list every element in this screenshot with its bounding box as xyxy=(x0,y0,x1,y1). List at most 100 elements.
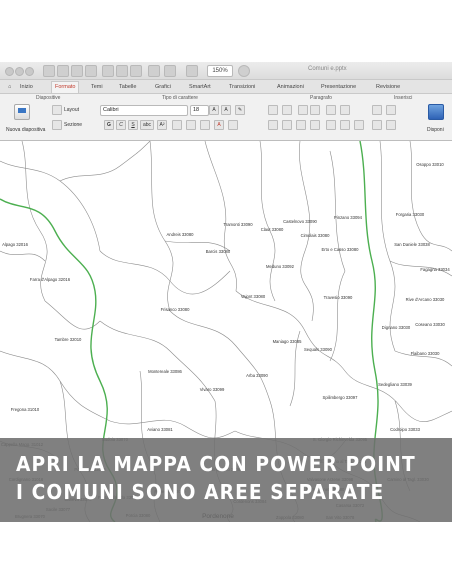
arrange-icon[interactable] xyxy=(428,104,444,120)
ribbon-tabs: ⌂ Inizio Formato Temi Tabelle Grafici Sm… xyxy=(0,80,452,94)
shape-icon[interactable] xyxy=(386,105,396,115)
picture-icon[interactable] xyxy=(372,120,382,130)
tab-grafici[interactable]: Grafici xyxy=(155,82,171,93)
svg-text:Andreis 33080: Andreis 33080 xyxy=(166,232,194,237)
gallery-icon[interactable] xyxy=(186,65,198,77)
svg-text:Travesio 33090: Travesio 33090 xyxy=(324,295,353,300)
bullets-icon[interactable] xyxy=(268,105,278,115)
svg-text:Claut 33080: Claut 33080 xyxy=(261,227,284,232)
numbering-icon[interactable] xyxy=(282,105,292,115)
tab-animazioni[interactable]: Animazioni xyxy=(277,82,304,93)
justify-icon[interactable] xyxy=(310,120,320,130)
tab-transizioni[interactable]: Transizioni xyxy=(229,82,255,93)
tab-revisione[interactable]: Revisione xyxy=(376,82,400,93)
tab-smartart[interactable]: SmartArt xyxy=(189,82,211,93)
svg-text:Vajont 33080: Vajont 33080 xyxy=(241,294,266,299)
svg-text:Farra d'Alpago 32016: Farra d'Alpago 32016 xyxy=(30,277,71,282)
copy-icon[interactable] xyxy=(116,65,128,77)
tab-inizio[interactable]: Inizio xyxy=(20,82,33,93)
columns-icon[interactable] xyxy=(326,120,336,130)
superscript-button[interactable]: A² xyxy=(157,120,167,130)
svg-text:Meduno 33092: Meduno 33092 xyxy=(266,264,295,269)
cut-icon[interactable] xyxy=(102,65,114,77)
svg-text:Alpago 32016: Alpago 32016 xyxy=(2,242,29,247)
new-slide-button[interactable]: Nuova diapositiva xyxy=(6,127,45,133)
print-icon[interactable] xyxy=(85,65,97,77)
decrease-font-icon[interactable]: A xyxy=(221,105,231,115)
vertical-align-icon[interactable] xyxy=(340,120,350,130)
svg-text:Flaibano 33030: Flaibano 33030 xyxy=(411,351,441,356)
section-button[interactable]: Sezione xyxy=(64,122,82,128)
group-label-diapositive: Diapositive xyxy=(36,95,61,101)
tab-tabelle[interactable]: Tabelle xyxy=(119,82,136,93)
new-file-icon[interactable] xyxy=(43,65,55,77)
svg-text:Sequals 33090: Sequals 33090 xyxy=(304,347,333,352)
italic-button[interactable]: C xyxy=(116,120,126,130)
convert-smartart-icon[interactable] xyxy=(354,120,364,130)
section-icon[interactable] xyxy=(52,120,62,130)
align-left-icon[interactable] xyxy=(268,120,278,130)
svg-text:Coseano 33030: Coseano 33030 xyxy=(415,322,445,327)
caption-line-2: I COMUNI SONO AREE SEPARATE xyxy=(16,480,385,504)
group-label-carattere: Tipo di carattere xyxy=(162,95,198,101)
svg-text:Forgaria 33030: Forgaria 33030 xyxy=(396,212,425,217)
svg-text:Osoppo 33010: Osoppo 33010 xyxy=(416,162,444,167)
clear-format-icon[interactable]: ✎ xyxy=(235,105,245,115)
quick-styles-icon[interactable] xyxy=(386,120,396,130)
svg-text:Maniago 33085: Maniago 33085 xyxy=(273,339,303,344)
svg-text:Codroipo 33033: Codroipo 33033 xyxy=(390,427,420,432)
increase-font-icon[interactable]: A xyxy=(209,105,219,115)
svg-text:Pinzano 33094: Pinzano 33094 xyxy=(334,215,363,220)
svg-text:Aviano 33081: Aviano 33081 xyxy=(147,427,173,432)
arrange-button[interactable]: Disponi xyxy=(427,127,444,133)
open-file-icon[interactable] xyxy=(57,65,69,77)
home-icon[interactable]: ⌂ xyxy=(8,82,11,93)
bold-button[interactable]: G xyxy=(104,120,114,130)
group-label-inserisci: Inserisci xyxy=(394,95,413,101)
outdent-icon[interactable] xyxy=(298,105,308,115)
undo-icon[interactable] xyxy=(148,65,160,77)
svg-text:Erto e Casso 33080: Erto e Casso 33080 xyxy=(321,247,359,252)
new-slide-icon[interactable] xyxy=(14,104,30,120)
layout-button[interactable]: Layout xyxy=(64,107,79,113)
underline-button[interactable]: S xyxy=(128,120,138,130)
text-box-icon[interactable] xyxy=(372,105,382,115)
text-direction-icon[interactable] xyxy=(340,105,350,115)
indent-icon[interactable] xyxy=(310,105,320,115)
zoom-window-button[interactable] xyxy=(25,67,34,76)
document-title: Comuni e.pptx xyxy=(308,66,347,72)
tab-presentazione[interactable]: Presentazione xyxy=(321,82,356,93)
highlight-icon[interactable] xyxy=(200,120,210,130)
font-color-icon[interactable]: A xyxy=(214,120,224,130)
svg-text:Arba 33090: Arba 33090 xyxy=(246,373,268,378)
align-center-icon[interactable] xyxy=(282,120,292,130)
svg-text:Castelnovo 33090: Castelnovo 33090 xyxy=(283,219,317,224)
strikethrough-button[interactable]: abc xyxy=(140,120,154,130)
tab-temi[interactable]: Temi xyxy=(91,82,103,93)
svg-text:Sedegliano 33039: Sedegliano 33039 xyxy=(378,382,412,387)
svg-text:Fregona 31010: Fregona 31010 xyxy=(11,407,40,412)
ribbon-panel: Diapositive Tipo di carattere Paragrafo … xyxy=(0,94,452,141)
minimize-window-button[interactable] xyxy=(15,67,24,76)
char-spacing-icon[interactable] xyxy=(228,120,238,130)
caption-line-1: APRI LA MAPPA CON POWER POINT xyxy=(16,452,416,476)
save-icon[interactable] xyxy=(71,65,83,77)
svg-text:Tambre 32010: Tambre 32010 xyxy=(55,337,82,342)
zoom-field[interactable]: 150% xyxy=(207,65,233,77)
layout-icon[interactable] xyxy=(52,105,62,115)
align-right-icon[interactable] xyxy=(296,120,306,130)
font-name-field[interactable]: Calibri xyxy=(100,105,188,116)
line-spacing-icon[interactable] xyxy=(326,105,336,115)
tab-formato[interactable]: Formato xyxy=(51,81,80,93)
svg-text:Montereale 33086: Montereale 33086 xyxy=(148,369,182,374)
help-icon[interactable] xyxy=(238,65,250,77)
case-icon[interactable] xyxy=(186,120,196,130)
svg-text:Spilimbergo 33097: Spilimbergo 33097 xyxy=(323,395,359,400)
text-effects-icon[interactable] xyxy=(172,120,182,130)
close-window-button[interactable] xyxy=(5,67,14,76)
redo-icon[interactable] xyxy=(164,65,176,77)
svg-text:Dignano 33030: Dignano 33030 xyxy=(382,325,411,330)
paste-icon[interactable] xyxy=(130,65,142,77)
group-label-paragrafo: Paragrafo xyxy=(310,95,332,101)
font-size-field[interactable]: 18 xyxy=(190,105,209,116)
